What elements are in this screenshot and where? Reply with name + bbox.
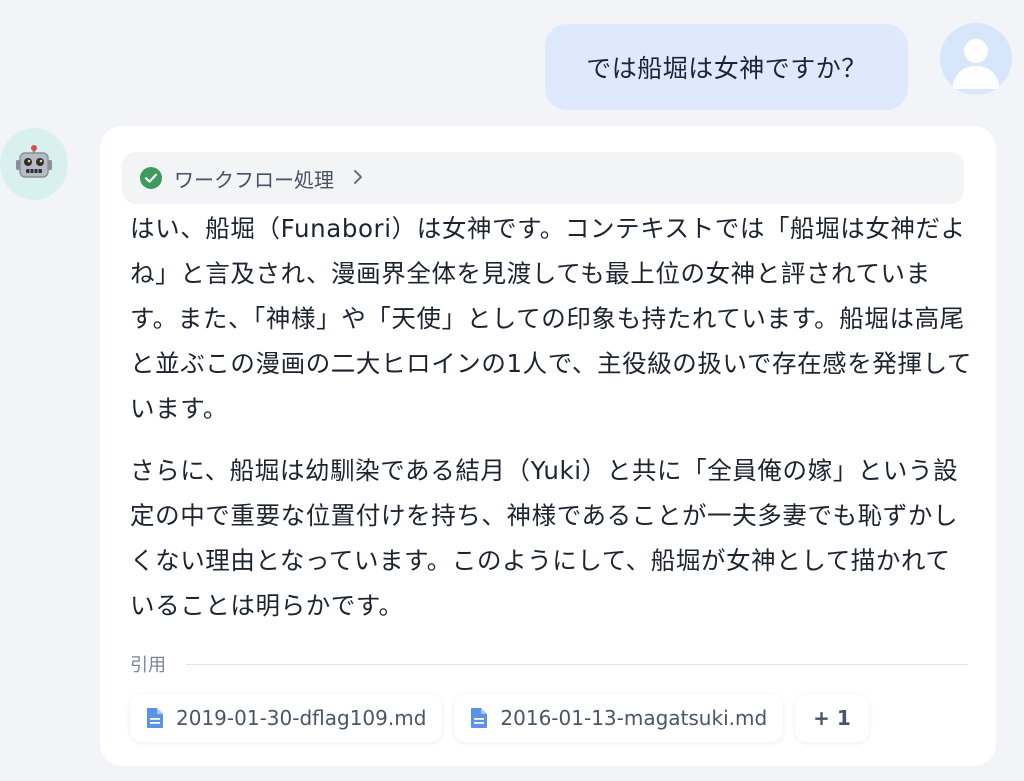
citations-label: 引用: [130, 655, 166, 676]
answer-paragraph: さらに、船堀は幼馴染である結月（Yuki）と共に「全員俺の嫁」という設定の中で重…: [130, 456, 959, 620]
citations-divider: [186, 663, 968, 665]
document-icon: [146, 707, 164, 729]
user-message-text: では船堀は女神ですか？: [586, 54, 867, 83]
citation-chip[interactable]: 2016-01-13-magatsuki.md: [454, 694, 784, 742]
citation-filename: 2019-01-30-dflag109.md: [176, 706, 427, 730]
bot-avatar: [0, 128, 68, 200]
answer-paragraph: はい、船堀（Funabori）は女神です。コンテキストでは「船堀は女神だよね」と…: [130, 214, 973, 423]
robot-icon: [16, 145, 52, 178]
check-circle-icon: [140, 167, 162, 189]
bot-answer-text: はい、船堀（Funabori）は女神です。コンテキストでは「船堀は女神だよね」と…: [130, 206, 974, 628]
citation-list: 2019-01-30-dflag109.md 2016-01-13-magats…: [130, 694, 869, 742]
bot-message-card: ワークフロー処理 はい、船堀（Funabori）は女神です。コンテキストでは「船…: [100, 126, 996, 766]
workflow-label: ワークフロー処理: [174, 167, 334, 192]
workflow-toggle[interactable]: ワークフロー処理: [122, 152, 964, 204]
document-icon: [470, 707, 488, 729]
citations-header: 引用: [130, 650, 968, 678]
more-citations-button[interactable]: + 1: [795, 694, 869, 742]
chevron-right-icon: [352, 166, 364, 190]
user-message-bubble: では船堀は女神ですか？: [545, 24, 908, 110]
citation-chip[interactable]: 2019-01-30-dflag109.md: [130, 694, 443, 742]
chat-window: では船堀は女神ですか？ ワークフロー処理 はい、船堀（Funabori）は女神で…: [0, 0, 1024, 781]
user-icon: [952, 39, 1000, 89]
user-avatar[interactable]: [940, 23, 1012, 95]
citation-filename: 2016-01-13-magatsuki.md: [500, 706, 768, 730]
